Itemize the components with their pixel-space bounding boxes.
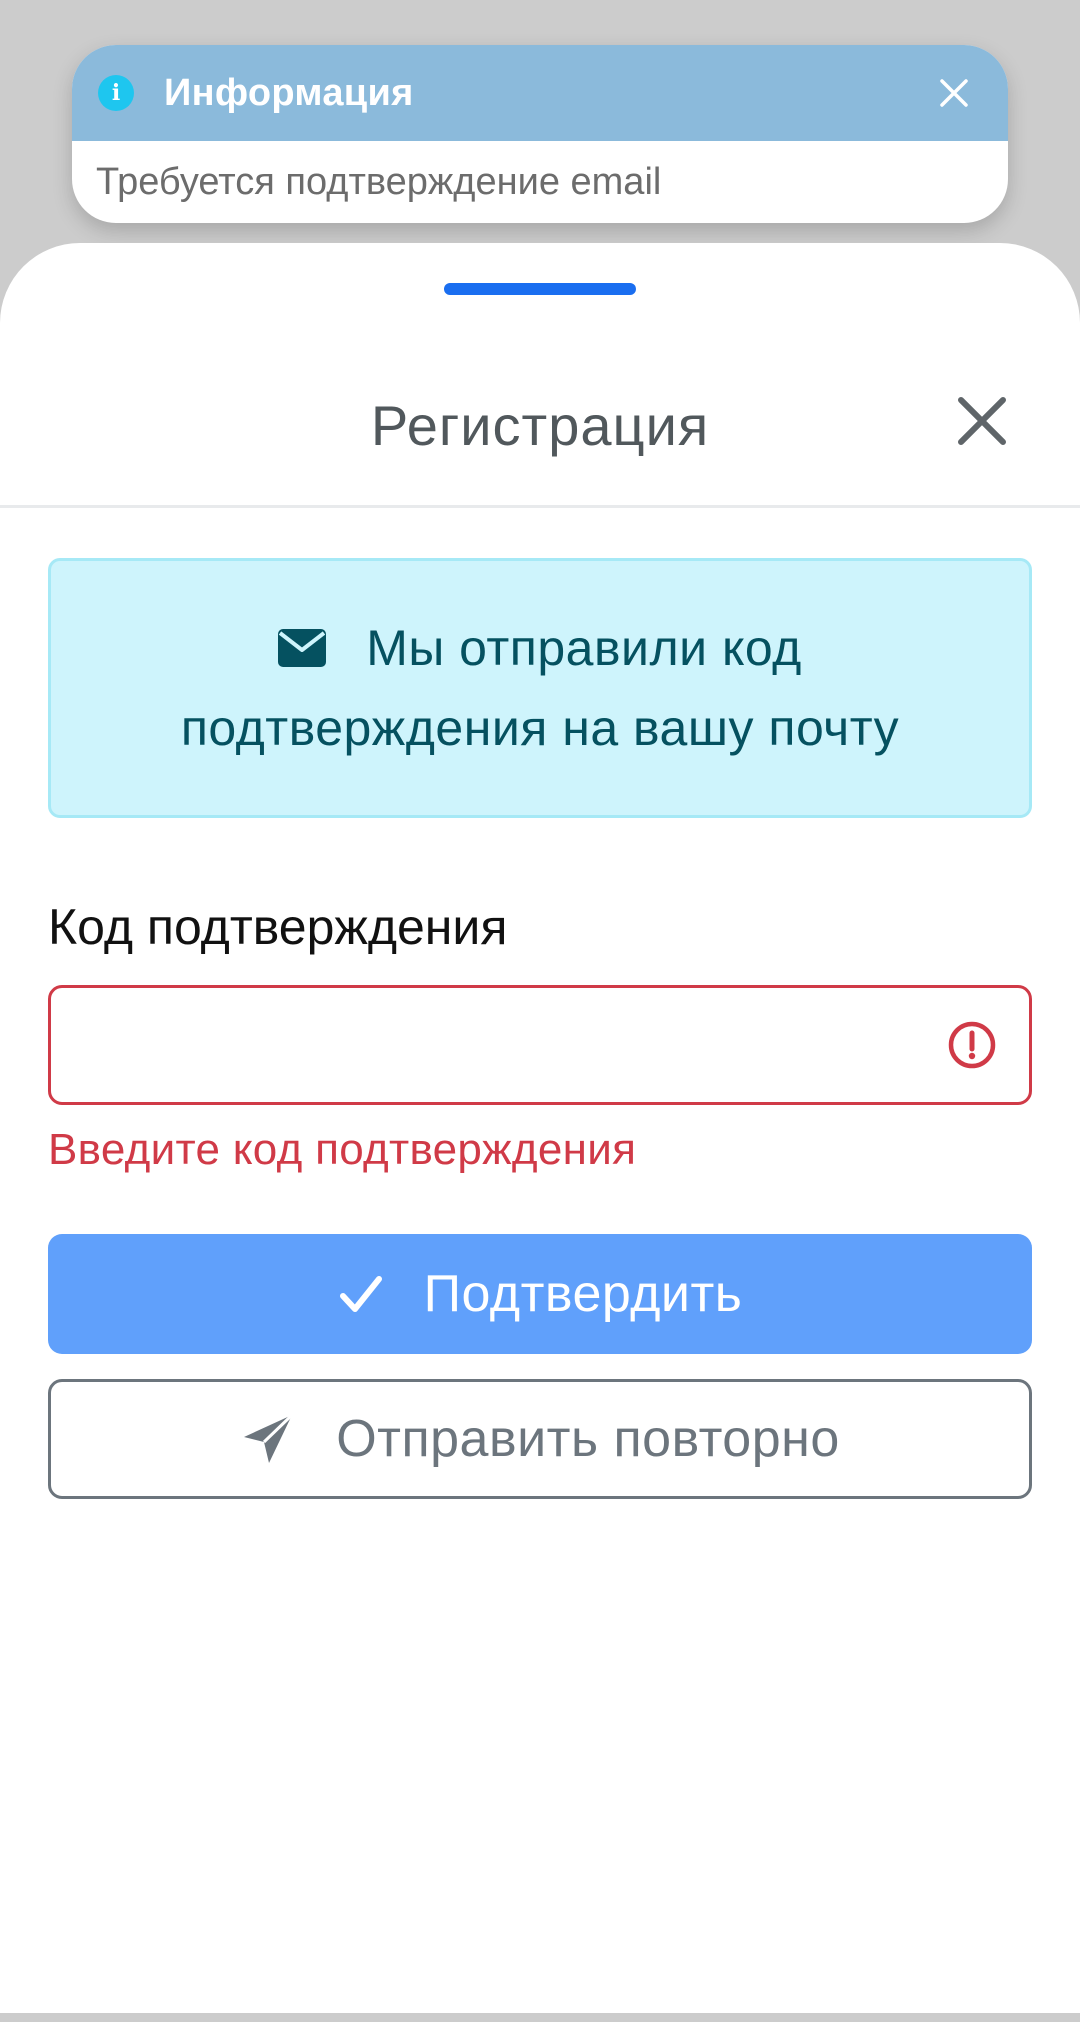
toast-title: Информация [164, 71, 414, 114]
resend-button[interactable]: Отправить повторно [48, 1379, 1032, 1499]
alert-text-line1: Мы отправили код [366, 620, 802, 676]
code-label: Код подтверждения [48, 899, 508, 955]
toast-close-button[interactable] [934, 73, 974, 113]
sheet-close-button[interactable] [956, 395, 1008, 447]
resend-button-label: Отправить повторно [336, 1410, 840, 1468]
alert-text-line2: подтверждения на вашу почту [180, 700, 900, 756]
page-title: Регистрация [370, 394, 710, 457]
confirm-button-label: Подтвердить [423, 1265, 743, 1323]
info-icon: i [98, 75, 134, 111]
exclamation-circle-icon [948, 1021, 996, 1069]
toast-header: i Информация [72, 45, 1008, 141]
drag-handle[interactable] [444, 283, 636, 295]
close-icon [958, 397, 1006, 445]
confirm-button[interactable]: Подтвердить [48, 1234, 1032, 1354]
info-alert: Мы отправили код подтверждения на вашу п… [48, 558, 1032, 818]
registration-sheet: Регистрация Мы отправили код подтвержден… [0, 243, 1080, 2013]
code-field-wrapper [48, 985, 1032, 1105]
sheet-header: Регистрация [0, 243, 1080, 508]
toast-message: Требуется подтверждение email [96, 160, 662, 203]
info-toast: i Информация Требуется подтверждение ema… [72, 45, 1008, 223]
code-input[interactable] [51, 988, 1029, 1102]
envelope-icon [278, 629, 327, 667]
send-icon [244, 1413, 294, 1463]
close-icon [940, 79, 968, 107]
check-icon [339, 1276, 382, 1312]
code-error-message: Введите код подтверждения [48, 1125, 637, 1174]
